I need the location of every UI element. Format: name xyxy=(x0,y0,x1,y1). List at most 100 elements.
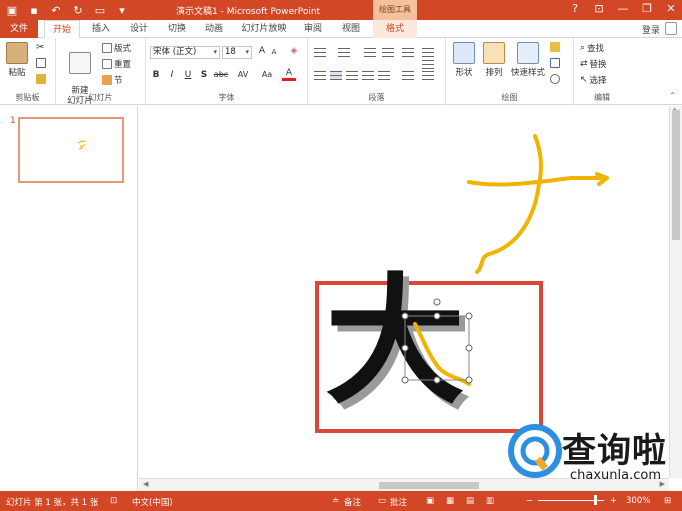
font-name-combo[interactable]: 宋体 (正文) ▾ xyxy=(150,46,220,59)
tab-slideshow[interactable]: 幻灯片放映 xyxy=(236,20,292,38)
font-size-combo[interactable]: 18 ▾ xyxy=(222,46,252,59)
cut-button[interactable]: ✂ xyxy=(36,42,44,53)
tab-home[interactable]: 开始 xyxy=(44,20,80,39)
change-case-button[interactable]: Aa xyxy=(258,70,276,79)
shapes-button[interactable]: 形状 xyxy=(450,42,478,78)
notes-button[interactable]: 备注 xyxy=(344,496,361,508)
reading-view-icon[interactable]: ▤ xyxy=(466,496,474,506)
scroll-left-icon[interactable]: ◀ xyxy=(143,480,148,488)
slideshow-view-icon[interactable]: ▥ xyxy=(486,496,494,506)
horizontal-scroll-thumb[interactable] xyxy=(379,482,479,489)
title-bar: ▣ ▪ ↶ ↻ ▭ ▾ 演示文稿1 - Microsoft PowerPoint… xyxy=(0,0,682,20)
chevron-down-icon: ▾ xyxy=(213,48,217,56)
help-button[interactable]: ? xyxy=(568,2,582,15)
tab-transitions[interactable]: 切换 xyxy=(160,20,194,38)
text-direction-icon[interactable] xyxy=(422,48,434,57)
zoom-out-button[interactable]: − xyxy=(526,496,533,506)
zoom-in-button[interactable]: + xyxy=(610,496,617,506)
ink-stroke-vertical[interactable] xyxy=(533,134,544,186)
user-avatar-icon[interactable] xyxy=(665,22,677,35)
slide-thumbnail-pane: 1 xyxy=(0,106,138,491)
group-editing: ⌕ 查找 ⇄ 替换 ↖ 选择 编辑 xyxy=(574,38,630,105)
ink-stroke-curve[interactable] xyxy=(475,182,541,274)
justify-icon[interactable] xyxy=(362,71,374,80)
vertical-scroll-thumb[interactable] xyxy=(672,110,680,240)
replace-button[interactable]: ⇄ 替换 xyxy=(580,58,607,70)
scissors-icon: ✂ xyxy=(36,42,45,53)
align-right-icon[interactable] xyxy=(346,71,358,80)
align-text-icon[interactable] xyxy=(422,71,434,80)
format-painter-button[interactable] xyxy=(36,74,46,84)
search-icon: ⌕ xyxy=(580,43,586,53)
tab-design[interactable]: 设计 xyxy=(122,20,156,38)
character-da[interactable]: 大 xyxy=(325,261,465,424)
start-from-beginning-icon[interactable]: ▭ xyxy=(92,2,108,18)
restore-button[interactable]: ❐ xyxy=(640,2,654,15)
zoom-level[interactable]: 300% xyxy=(626,496,650,506)
reset-button[interactable]: 重置 xyxy=(102,58,131,70)
slide-sorter-icon[interactable]: ▦ xyxy=(446,496,454,506)
tab-animations[interactable]: 动画 xyxy=(196,20,232,38)
watermark-brand: 查询啦 xyxy=(562,431,667,471)
arrange-button[interactable]: 排列 xyxy=(480,42,508,78)
customize-qat-icon[interactable]: ▾ xyxy=(114,2,130,18)
character-spacing-button[interactable]: AV xyxy=(234,70,252,79)
font-color-button[interactable]: A xyxy=(282,68,296,81)
shape-effects-button[interactable] xyxy=(550,74,560,84)
layout-icon xyxy=(102,43,112,53)
clear-formatting-icon[interactable]: ◈ xyxy=(288,46,300,56)
comments-button[interactable]: 批注 xyxy=(390,496,407,508)
tab-file[interactable]: 文件 xyxy=(0,20,38,38)
numbering-icon[interactable] xyxy=(338,48,350,57)
smartart-icon[interactable] xyxy=(422,60,434,69)
bullets-icon[interactable] xyxy=(314,48,326,57)
tab-insert[interactable]: 插入 xyxy=(84,20,118,38)
paste-button[interactable]: 粘贴 xyxy=(4,42,30,78)
format-painter-icon xyxy=(36,74,46,84)
tab-format[interactable]: 格式 xyxy=(373,20,417,38)
find-button[interactable]: ⌕ 查找 xyxy=(580,42,604,54)
line-spacing-icon[interactable] xyxy=(402,48,414,57)
select-button[interactable]: ↖ 选择 xyxy=(580,74,607,86)
slide-thumbnail[interactable] xyxy=(18,117,124,183)
language-indicator[interactable]: 中文(中国) xyxy=(132,496,173,508)
section-button[interactable]: 节 xyxy=(102,74,123,86)
decrease-indent-icon[interactable] xyxy=(364,48,376,57)
tab-review[interactable]: 审阅 xyxy=(296,20,330,38)
fit-to-window-icon[interactable]: ⊞ xyxy=(664,496,671,506)
quick-styles-button[interactable]: 快速样式 xyxy=(508,42,548,78)
columns-icon[interactable] xyxy=(402,71,414,80)
strikethrough-button[interactable]: abc xyxy=(212,70,230,79)
undo-icon[interactable]: ↶ xyxy=(48,2,64,18)
align-center-icon[interactable] xyxy=(330,71,342,80)
group-label-editing: 编辑 xyxy=(594,93,610,102)
watermark: 查询啦 chaxunla.com xyxy=(506,420,682,491)
effects-icon xyxy=(550,74,560,84)
italic-button[interactable]: I xyxy=(166,70,178,80)
distributed-icon[interactable] xyxy=(378,71,390,80)
align-left-icon[interactable] xyxy=(314,71,326,80)
zoom-slider-knob[interactable] xyxy=(594,495,597,505)
comments-icon[interactable]: ▭ xyxy=(378,496,386,506)
ribbon-display-options-icon[interactable]: ⊡ xyxy=(592,2,606,15)
redo-icon[interactable]: ↻ xyxy=(70,2,86,18)
normal-view-icon[interactable]: ▣ xyxy=(426,496,434,506)
close-button[interactable]: ✕ xyxy=(664,2,678,15)
copy-button[interactable] xyxy=(36,58,46,68)
increase-indent-icon[interactable] xyxy=(382,48,394,57)
bold-button[interactable]: B xyxy=(150,70,162,80)
shape-outline-button[interactable] xyxy=(550,58,560,68)
shape-fill-button[interactable] xyxy=(550,42,560,52)
grow-font-button[interactable]: A xyxy=(256,46,268,56)
login-link[interactable]: 登录 xyxy=(642,23,660,36)
collapse-ribbon-icon[interactable]: ⌃ xyxy=(669,91,676,100)
underline-button[interactable]: U xyxy=(182,70,194,80)
layout-button[interactable]: 版式 xyxy=(102,42,131,54)
shrink-font-button[interactable]: A xyxy=(268,48,280,56)
save-icon[interactable]: ▪ xyxy=(26,2,42,18)
minimize-button[interactable]: — xyxy=(616,2,630,15)
spell-check-icon[interactable]: ⊡ xyxy=(110,496,117,506)
notes-icon[interactable]: ≐ xyxy=(332,496,339,506)
tab-view[interactable]: 视图 xyxy=(334,20,368,38)
shadow-button[interactable]: S xyxy=(198,70,210,80)
